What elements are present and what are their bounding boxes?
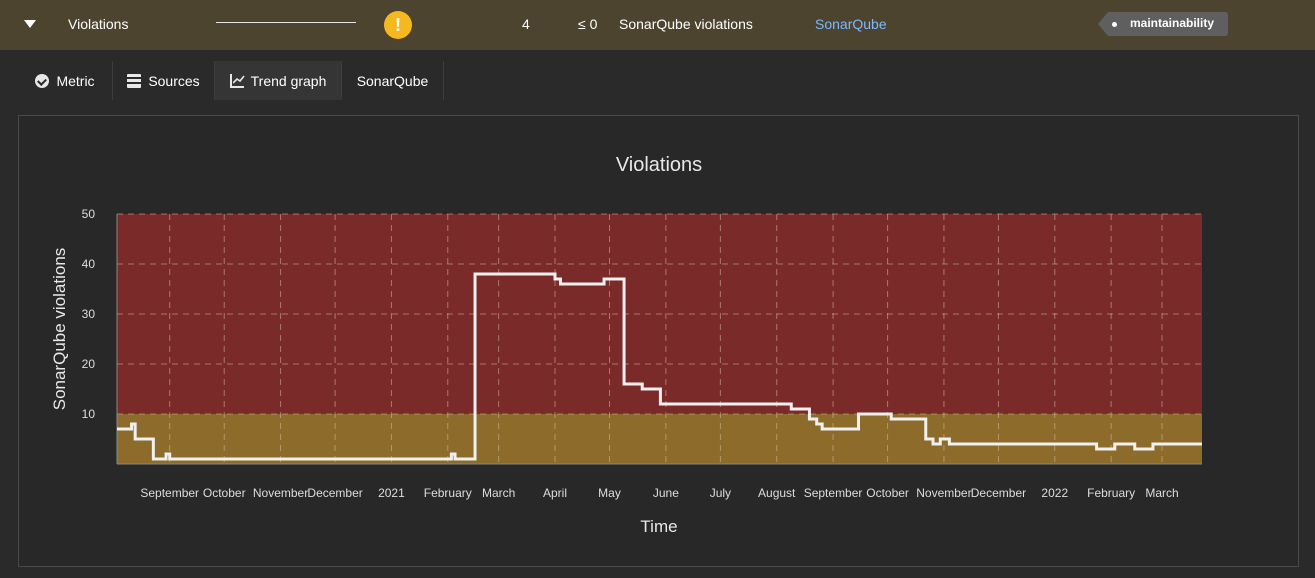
- warning-status-icon: !: [384, 11, 412, 39]
- line-chart-icon: [229, 73, 245, 88]
- x-tick-label: July: [710, 486, 731, 500]
- x-tick-label: February: [424, 486, 472, 500]
- x-tick-label: December: [971, 486, 1026, 500]
- x-tick-label: December: [307, 486, 362, 500]
- zone-yellow: [117, 414, 1202, 464]
- trend-chart: 1020304050September October November Decemb…: [50, 154, 1202, 536]
- trend-graph-panel: 10 20 30 40 50 September October November Decemb…: [18, 115, 1299, 567]
- x-tick-label: September: [140, 486, 199, 500]
- metric-unit: SonarQube violations: [619, 16, 753, 32]
- x-tick-label: November: [916, 486, 971, 500]
- target-value: ≤ 0: [578, 16, 598, 32]
- y-tick-label: 10: [82, 407, 96, 421]
- x-tick-label: February: [1087, 486, 1135, 500]
- tag-point-shape: [1098, 12, 1108, 36]
- source-link[interactable]: SonarQube: [815, 16, 887, 32]
- x-tick-label: May: [598, 486, 621, 500]
- x-tick-label: August: [758, 486, 796, 500]
- x-tick-label: November: [253, 486, 308, 500]
- x-tick-label: 2021: [378, 486, 405, 500]
- x-tick-label: March: [482, 486, 515, 500]
- check-circle-icon: [35, 73, 50, 88]
- y-tick-label: 50: [82, 207, 96, 221]
- sparkline: [216, 22, 356, 23]
- tab-bar: Metric Sources Trend graph SonarQube: [18, 61, 1298, 100]
- tab-sources[interactable]: Sources: [113, 61, 215, 100]
- y-tick-label: 30: [82, 307, 96, 321]
- metric-header-row: Violations ! 4 ≤ 0 SonarQube violations …: [0, 0, 1315, 50]
- x-tick-label: June: [653, 486, 679, 500]
- collapse-caret-icon[interactable]: [24, 20, 36, 28]
- tag-hole-icon: [1112, 22, 1117, 27]
- database-icon: [127, 73, 142, 88]
- tab-label: Metric: [56, 72, 95, 89]
- metric-title: Violations: [68, 16, 129, 32]
- x-tick-label: 2022: [1041, 486, 1068, 500]
- tag-label[interactable]: maintainability: [1098, 12, 1228, 36]
- y-axis-title: SonarQube violations: [50, 248, 69, 411]
- x-axis-title: Time: [640, 517, 677, 536]
- chart-title: Violations: [616, 154, 702, 176]
- y-tick-label: 20: [82, 357, 96, 371]
- x-tick-label: April: [543, 486, 567, 500]
- tab-trend-graph[interactable]: Trend graph: [215, 61, 342, 100]
- x-tick-label: March: [1145, 486, 1178, 500]
- x-tick-label: October: [866, 486, 909, 500]
- x-tick-label: October: [203, 486, 246, 500]
- tab-sonarqube[interactable]: SonarQube: [342, 61, 444, 100]
- tab-label: Trend graph: [250, 72, 327, 89]
- tab-metric[interactable]: Metric: [18, 61, 113, 100]
- measurement-value: 4: [522, 16, 530, 32]
- y-tick-label: 40: [82, 257, 96, 271]
- x-tick-label: September: [804, 486, 863, 500]
- tag-text: maintainability: [1130, 16, 1215, 30]
- tab-label: Sources: [148, 72, 200, 89]
- tab-label: SonarQube: [356, 72, 429, 89]
